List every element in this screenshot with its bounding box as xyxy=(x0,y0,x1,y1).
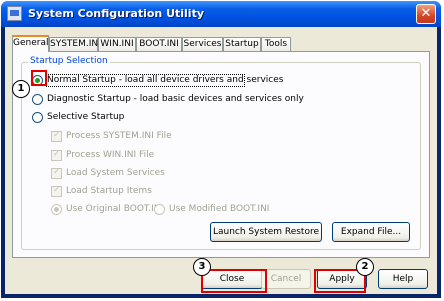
use-modified-boot-ini-label: Use Modified BOOT.INI xyxy=(169,204,270,214)
title-bar[interactable]: System Configuration Utility ✕ xyxy=(1,1,441,27)
system-configuration-window: System Configuration Utility ✕ General S… xyxy=(1,1,441,298)
process-system-ini-label: Process SYSTEM.INI File xyxy=(66,131,172,141)
annotation-highlight-normal-radio xyxy=(31,70,47,86)
diagnostic-startup-label[interactable]: Diagnostic Startup - load basic devices … xyxy=(47,94,304,104)
tab-tools[interactable]: Tools xyxy=(261,37,291,51)
window-title: System Configuration Utility xyxy=(28,7,204,20)
use-original-boot-ini-radio xyxy=(51,204,62,215)
normal-startup-label[interactable]: Normal Startup - load all device drivers… xyxy=(47,75,283,85)
callout-2: 2 xyxy=(356,258,374,276)
expand-file-button[interactable]: Expand File... xyxy=(332,222,410,242)
selective-startup-label[interactable]: Selective Startup xyxy=(47,112,124,122)
tab-win-ini[interactable]: WIN.INI xyxy=(98,37,136,51)
process-system-ini-checkbox xyxy=(51,130,62,142)
process-win-ini-checkbox xyxy=(51,149,62,161)
startup-selection-group: Startup Selection Normal Startup - load … xyxy=(21,56,421,250)
callout-3: 3 xyxy=(193,258,211,276)
use-original-boot-ini-label: Use Original BOOT.INI xyxy=(66,204,164,214)
help-button[interactable]: Help xyxy=(378,269,428,289)
app-icon xyxy=(7,6,22,21)
load-startup-items-checkbox xyxy=(51,185,62,197)
annotation-highlight-close xyxy=(201,269,267,293)
use-modified-boot-ini-radio xyxy=(154,204,165,215)
load-system-services-checkbox xyxy=(51,167,62,179)
tab-boot-ini[interactable]: BOOT.INI xyxy=(136,37,182,51)
cancel-button: Cancel xyxy=(261,269,311,289)
selective-startup-radio[interactable] xyxy=(32,112,43,123)
process-win-ini-label: Process WIN.INI File xyxy=(66,150,155,160)
tab-general[interactable]: General xyxy=(12,35,49,52)
tab-startup[interactable]: Startup xyxy=(223,37,261,51)
load-startup-items-label: Load Startup Items xyxy=(66,186,152,196)
callout-1: 1 xyxy=(12,80,30,98)
load-system-services-label: Load System Services xyxy=(66,168,165,178)
tab-services[interactable]: Services xyxy=(182,37,223,51)
startup-selection-legend: Startup Selection xyxy=(28,56,110,66)
tab-system-ini[interactable]: SYSTEM.INI xyxy=(49,37,101,51)
diagnostic-startup-radio[interactable] xyxy=(32,94,43,105)
dialog-body: General SYSTEM.INI WIN.INI BOOT.INI Serv… xyxy=(5,27,437,294)
close-window-icon[interactable]: ✕ xyxy=(416,4,436,24)
general-tab-panel: Startup Selection Normal Startup - load … xyxy=(12,51,430,258)
launch-system-restore-button[interactable]: Launch System Restore xyxy=(210,222,322,242)
